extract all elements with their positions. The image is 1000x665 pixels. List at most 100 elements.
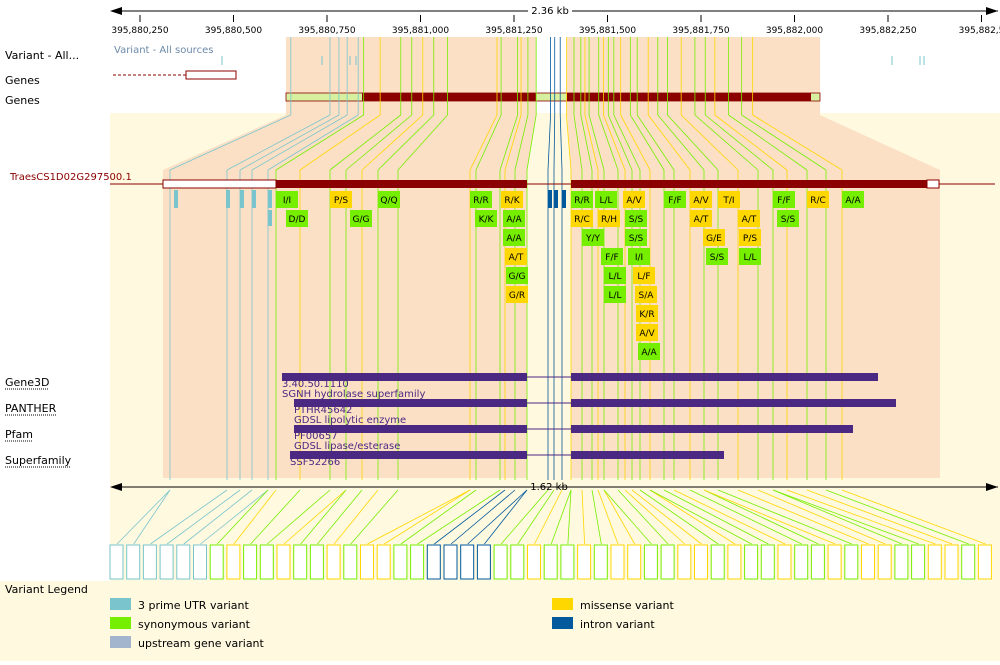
variant-summary-box[interactable] [410, 544, 425, 580]
amino-acid-change[interactable]: S/S [625, 229, 647, 246]
amino-acid-change[interactable]: P/S [739, 229, 761, 246]
variant-summary-box[interactable] [176, 544, 191, 580]
amino-acid-change[interactable]: I/I [276, 191, 298, 208]
amino-acid-change[interactable]: S/S [777, 210, 799, 227]
amino-acid-change[interactable]: F/F [601, 248, 623, 265]
domain-source-gene3d[interactable]: Gene3D [5, 376, 50, 389]
variant-summary-box[interactable] [209, 544, 224, 580]
amino-acid-change[interactable]: L/L [595, 191, 617, 208]
variant-summary-box[interactable] [827, 544, 842, 580]
variant-summary-box[interactable] [243, 544, 258, 580]
variant-summary-box[interactable] [309, 544, 324, 580]
amino-acid-change[interactable]: T/I [718, 191, 740, 208]
intron-variant-blocks[interactable] [548, 190, 566, 208]
variant-summary-box[interactable] [694, 544, 708, 580]
variant-summary-box[interactable] [426, 544, 441, 580]
variant-summary-box[interactable] [510, 544, 525, 580]
variant-summary-box[interactable] [259, 544, 274, 580]
variant-summary-box[interactable] [142, 544, 157, 580]
track-label-genes-1[interactable]: Genes [5, 74, 40, 87]
variant-summary-box[interactable] [927, 544, 942, 580]
amino-acid-change[interactable]: Q/Q [378, 191, 400, 208]
amino-acid-change[interactable]: F/F [773, 191, 795, 208]
amino-acid-change[interactable]: A/V [636, 324, 658, 341]
amino-acid-change[interactable]: A/T [738, 210, 760, 227]
amino-acid-change[interactable]: L/F [633, 267, 655, 284]
variant-summary-box[interactable] [810, 544, 825, 580]
variant-summary-box[interactable] [159, 544, 174, 580]
variant-summary-box[interactable] [911, 544, 926, 580]
amino-acid-change[interactable]: A/T [505, 248, 527, 265]
variant-summary-box[interactable] [393, 544, 408, 580]
amino-acid-change[interactable]: A/V [623, 191, 645, 208]
amino-acid-change[interactable]: R/C [807, 191, 829, 208]
track-label-genes-2[interactable]: Genes [5, 94, 40, 107]
amino-acid-change[interactable]: R/C [571, 210, 593, 227]
variant-summary-box[interactable] [126, 544, 141, 580]
variant-summary-box[interactable] [727, 544, 742, 580]
variant-summary-box[interactable] [861, 544, 875, 580]
variant-summary-box[interactable] [527, 544, 541, 580]
domain-source-superfamily[interactable]: Superfamily [5, 454, 72, 467]
amino-acid-change[interactable]: A/A [638, 343, 660, 360]
variant-summary-box[interactable] [643, 544, 658, 580]
variant-summary-box[interactable] [627, 544, 642, 580]
amino-acid-change[interactable]: A/A [842, 191, 864, 208]
variant-summary-box[interactable] [660, 544, 675, 580]
amino-acid-change[interactable]: F/F [664, 191, 686, 208]
amino-acid-change[interactable]: S/A [635, 286, 657, 303]
amino-acid-change[interactable]: G/R [506, 286, 528, 303]
variant-summary-box[interactable] [844, 544, 859, 580]
variant-summary-box[interactable] [710, 544, 725, 580]
transcript-label[interactable]: TraesCS1D02G297500.1 [9, 172, 132, 183]
amino-acid-change[interactable]: R/H [598, 210, 620, 227]
variant-summary-box[interactable] [276, 544, 291, 580]
amino-acid-change[interactable]: D/D [286, 210, 308, 227]
amino-acid-change[interactable]: S/S [625, 210, 647, 227]
amino-acid-change[interactable]: A/T [690, 210, 712, 227]
variant-summary-box[interactable] [326, 544, 341, 580]
track-label-variant[interactable]: Variant - All... [5, 49, 79, 62]
variant-summary-box[interactable] [944, 544, 959, 580]
variant-summary-box[interactable] [443, 544, 458, 580]
variant-summary-box[interactable] [493, 544, 508, 580]
variant-summary-box[interactable] [460, 544, 475, 580]
amino-acid-change[interactable]: L/L [604, 286, 626, 303]
amino-acid-change[interactable]: R/K [501, 191, 523, 208]
variant-summary-box[interactable] [360, 544, 374, 580]
amino-acid-change[interactable]: A/V [690, 191, 712, 208]
amino-acid-change[interactable]: I/I [628, 248, 650, 265]
variant-summary-box[interactable] [593, 544, 608, 580]
domain-source-pfam[interactable]: Pfam [5, 428, 33, 441]
amino-acid-change[interactable]: P/S [330, 191, 352, 208]
variant-summary-box[interactable] [794, 544, 809, 580]
amino-acid-change[interactable]: G/E [703, 229, 725, 246]
amino-acid-change[interactable]: A/A [503, 229, 525, 246]
variant-summary-box[interactable] [343, 544, 358, 580]
variant-summary-box[interactable] [193, 544, 207, 580]
variant-summary-box[interactable] [543, 544, 558, 580]
amino-acid-change[interactable]: L/L [739, 248, 761, 265]
amino-acid-change[interactable]: K/R [636, 305, 658, 322]
amino-acid-change[interactable]: Y/Y [582, 229, 604, 246]
amino-acid-change[interactable]: G/G [350, 210, 372, 227]
amino-acid-change[interactable]: R/R [470, 191, 492, 208]
amino-acid-change[interactable]: K/K [475, 210, 497, 227]
variant-summary-box[interactable] [677, 544, 692, 580]
amino-acid-change[interactable]: L/L [604, 267, 626, 284]
amino-acid-change[interactable]: A/A [503, 210, 525, 227]
variant-summary-box[interactable] [610, 544, 625, 580]
variant-summary-box[interactable] [961, 544, 976, 580]
amino-acid-change[interactable]: S/S [706, 248, 728, 265]
variant-summary-box[interactable] [476, 544, 491, 580]
domain-source-panther[interactable]: PANTHER [5, 402, 57, 415]
variant-summary-box[interactable] [894, 544, 909, 580]
variant-summary-box[interactable] [376, 544, 391, 580]
variant-summary-box[interactable] [777, 544, 792, 580]
variant-summary-box[interactable] [744, 544, 759, 580]
variant-summary-box[interactable] [577, 544, 592, 580]
variant-summary-box[interactable] [109, 544, 124, 580]
amino-acid-change[interactable]: R/R [571, 191, 593, 208]
variant-summary-box[interactable] [560, 544, 575, 580]
variant-summary-box[interactable] [293, 544, 308, 580]
